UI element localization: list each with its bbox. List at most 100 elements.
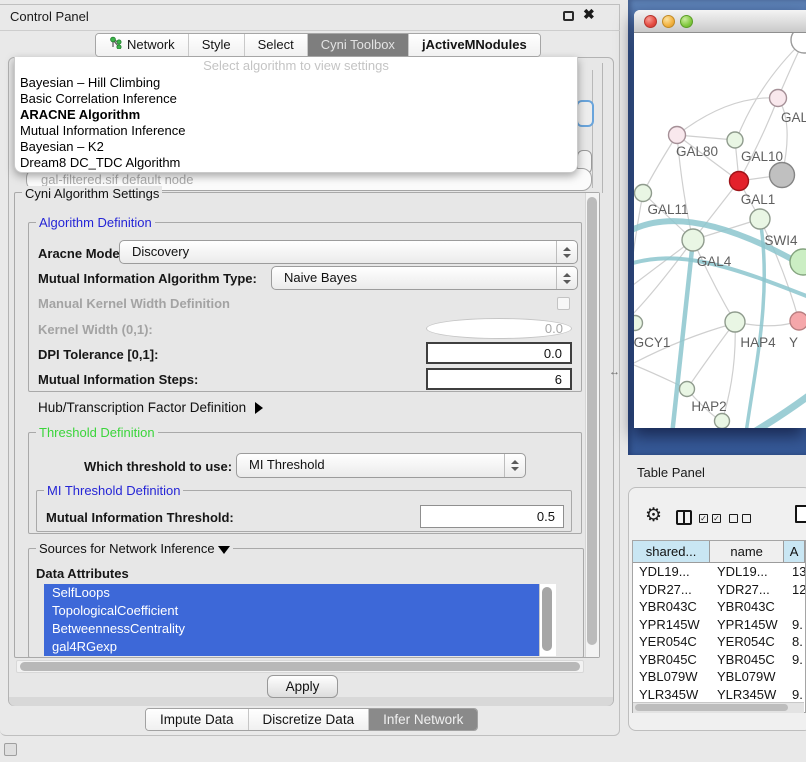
algorithm-dropdown-popup: Select algorithm to view settings Bayesi… (14, 57, 578, 173)
hub-definition-expander[interactable]: Hub/Transcription Factor Definition (38, 400, 263, 415)
combo-spinner-icon (556, 267, 577, 289)
network-edge-highlight (672, 240, 693, 428)
network-node-GAL1[interactable] (730, 172, 749, 191)
network-window-titlebar[interactable] (634, 10, 806, 33)
network-node-GAL11[interactable] (635, 185, 652, 202)
algorithm-option[interactable]: Dream8 DC_TDC Algorithm (15, 155, 577, 171)
network-node-GAL4[interactable] (682, 229, 704, 251)
tab-network[interactable]: Network (96, 34, 189, 56)
panel-bottom-strip (9, 697, 613, 706)
network-node-label: GAL10 (741, 149, 783, 164)
deselect-all-icon[interactable] (729, 514, 738, 523)
network-node-GAL10[interactable] (727, 132, 743, 148)
minimize-traffic-light-icon[interactable] (662, 15, 675, 28)
hub-definition-label: Hub/Transcription Factor Definition (38, 400, 246, 415)
select-all-icon[interactable]: ✓ (712, 514, 721, 523)
network-node-GCY1[interactable] (634, 316, 643, 331)
algorithm-option-aracne[interactable]: ARACNE Algorithm (15, 107, 577, 123)
tab-infer-network[interactable]: Infer Network (369, 709, 477, 730)
data-attributes-label: Data Attributes (36, 566, 129, 581)
table-header-row: shared... name A (633, 541, 805, 563)
table-row[interactable]: YBR043CYBR043C (633, 598, 805, 616)
table-row[interactable]: YPR145WYPR145W9. (633, 616, 805, 634)
kernel-width-field[interactable]: 0.0 (426, 318, 572, 339)
table-row[interactable]: YDR27...YDR27...12 (633, 581, 805, 599)
network-node-HAP4[interactable] (725, 312, 745, 332)
network-node-label: GCY1 (634, 335, 670, 350)
table-row[interactable]: YER054CYER054C8. (633, 633, 805, 651)
kernel-width-label: Kernel Width (0,1): (38, 322, 153, 337)
close-traffic-light-icon[interactable] (644, 15, 657, 28)
gear-icon[interactable]: ⚙ (645, 504, 662, 528)
file-icon[interactable] (795, 505, 806, 523)
network-node-label: HAP4 (740, 335, 776, 350)
select-all-icon[interactable]: ✓ (699, 514, 708, 523)
table-panel-title: Table Panel (637, 465, 705, 480)
attribute-item-selected[interactable]: BetweennessCentrality (44, 620, 556, 638)
settings-horizontal-scrollbar-thumb[interactable] (20, 662, 580, 671)
network-edge-highlight (746, 219, 764, 428)
network-node-label: GAL11 (647, 202, 688, 217)
tab-style[interactable]: Style (189, 34, 245, 56)
network-node-GAL80[interactable] (669, 127, 686, 144)
tab-discretize-data[interactable]: Discretize Data (249, 709, 370, 730)
algorithm-option[interactable]: Mutual Information Inference (15, 123, 577, 139)
restore-window-icon[interactable] (563, 11, 574, 21)
collapse-arrow-icon (218, 546, 230, 554)
network-canvas[interactable]: GALGAL80GAL10GAL1GAL11SWI4GAL4GCY1HAP4YH… (634, 33, 806, 428)
column-header-name[interactable]: name (710, 541, 784, 562)
network-node-Y[interactable] (790, 312, 806, 330)
mi-threshold-group-title: MI Threshold Definition (44, 483, 183, 498)
network-node[interactable] (715, 414, 730, 429)
control-panel-title: Control Panel (10, 9, 89, 24)
mi-steps-field[interactable]: 6 (426, 368, 572, 390)
tab-select[interactable]: Select (245, 34, 308, 56)
attribute-item-selected[interactable]: gal4RGexp (44, 638, 556, 656)
network-node[interactable] (790, 249, 806, 275)
which-threshold-combo[interactable]: MI Threshold (236, 453, 526, 478)
table-row[interactable]: YBL079WYBL079W (633, 668, 805, 686)
manual-kernel-checkbox[interactable] (557, 297, 570, 310)
data-attributes-list: SelfLoops TopologicalCoefficient Between… (44, 584, 556, 656)
tab-impute-data[interactable]: Impute Data (146, 709, 249, 730)
control-panel-tab-bar: Network Style Select Cyni Toolbox jActiv… (95, 33, 541, 57)
mi-type-combo[interactable]: Naive Bayes (271, 266, 578, 290)
network-view-window: GALGAL80GAL10GAL1GAL11SWI4GAL4GCY1HAP4YH… (634, 10, 806, 428)
apply-button[interactable]: Apply (267, 675, 338, 698)
tab-cyni-toolbox[interactable]: Cyni Toolbox (308, 34, 409, 56)
attribute-item-selected[interactable]: SelfLoops (44, 584, 556, 602)
table-row[interactable]: YLR345WYLR345W9. (633, 686, 805, 704)
mi-threshold-field[interactable]: 0.5 (420, 505, 564, 528)
network-node[interactable] (770, 163, 795, 188)
network-edge (677, 98, 778, 135)
collapsed-panel-chip[interactable] (4, 743, 17, 756)
close-window-icon[interactable]: ✖ (583, 6, 595, 23)
network-node-label: SWI4 (764, 233, 797, 248)
network-node-SWI4[interactable] (750, 209, 770, 229)
table-row[interactable]: YBR045CYBR045C9. (633, 651, 805, 669)
column-header-shared[interactable]: shared... (633, 541, 710, 562)
dpi-tolerance-field[interactable]: 0.0 (426, 342, 572, 364)
network-node-HAP2[interactable] (680, 382, 695, 397)
column-header-partial[interactable]: A (784, 541, 805, 562)
table-horizontal-scrollbar-thumb[interactable] (635, 704, 788, 711)
algorithm-option[interactable]: Basic Correlation Inference (15, 91, 577, 107)
dpi-tolerance-label: DPI Tolerance [0,1]: (38, 347, 158, 362)
hidden-groupbox-border (592, 70, 593, 188)
attributes-scrollbar-thumb[interactable] (542, 587, 552, 651)
split-columns-icon[interactable] (676, 510, 692, 525)
network-node-GAL[interactable] (770, 90, 787, 107)
settings-scrollbar-thumb[interactable] (587, 197, 597, 645)
aracne-mode-combo[interactable]: Discovery (119, 240, 578, 264)
deselect-all-icon[interactable] (742, 514, 751, 523)
zoom-traffic-light-icon[interactable] (680, 15, 693, 28)
tab-jactivemnodules[interactable]: jActiveMNodules (409, 34, 540, 56)
network-node-label: GAL4 (697, 254, 732, 269)
network-node-label: Y (789, 335, 798, 350)
table-row[interactable]: YDL19...YDL19...13 (633, 563, 805, 581)
hidden-focused-combo-fragment[interactable] (576, 100, 594, 127)
algorithm-option[interactable]: Bayesian – Hill Climbing (15, 75, 577, 91)
sources-group-title[interactable]: Sources for Network Inference (36, 541, 233, 556)
attribute-item-selected[interactable]: TopologicalCoefficient (44, 602, 556, 620)
algorithm-option[interactable]: Bayesian – K2 (15, 139, 577, 155)
